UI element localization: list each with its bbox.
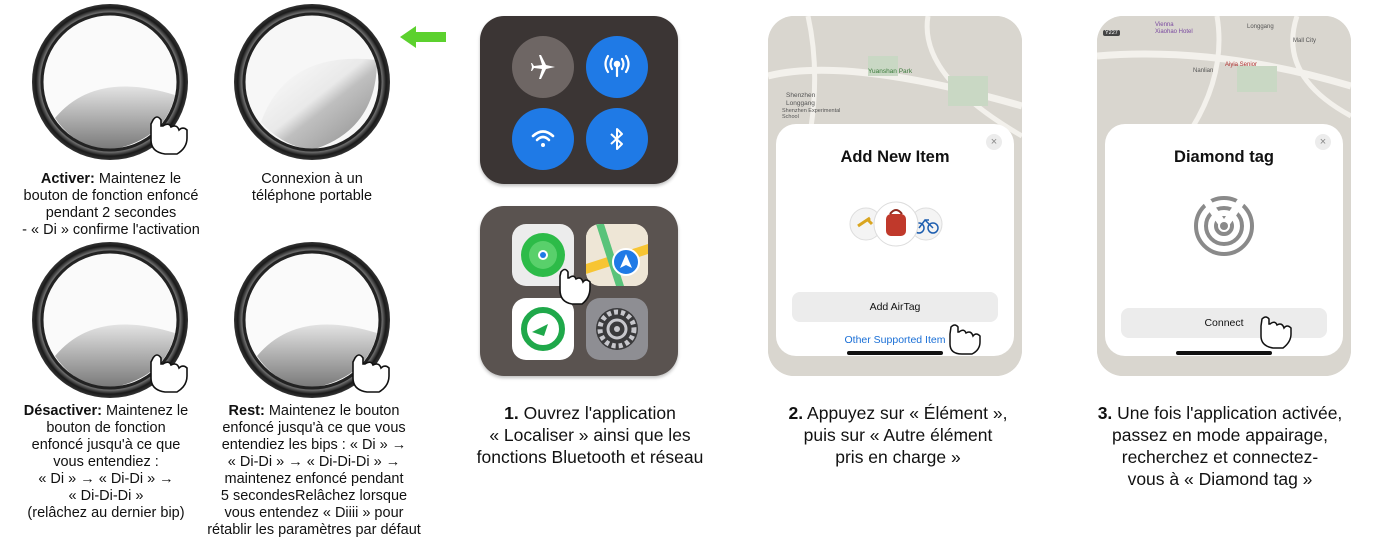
- tag-reset-image: [227, 238, 397, 408]
- caption-reset: Rest: Maintenez le bouton enfoncé jusqu'…: [196, 403, 432, 539]
- map-label: Longgang: [1247, 24, 1274, 30]
- settings-app-icon[interactable]: [586, 298, 648, 360]
- home-indicator: [847, 351, 943, 355]
- control-center-panel: [480, 16, 678, 184]
- items-illustration-icon: [849, 201, 943, 247]
- bluetooth-button[interactable]: [586, 108, 648, 170]
- caption-reset-line: Maintenez le bouton: [264, 403, 400, 419]
- step1-line: fonctions Bluetooth et réseau: [476, 447, 704, 467]
- step3-caption: 3. Une fois l'application activée, passe…: [1070, 402, 1370, 490]
- caption-deactivate-line: (relâchez au dernier bip): [27, 505, 185, 521]
- left-arrow-icon: [400, 26, 446, 48]
- hand-pointer-icon: [559, 268, 591, 305]
- caption-connect-line: téléphone portable: [251, 188, 373, 204]
- map-label: Shenzhen: [786, 92, 816, 99]
- tag-deactivate-image: [25, 238, 195, 408]
- airplane-icon: [531, 55, 555, 79]
- step1-line: Ouvrez l'application: [518, 403, 676, 423]
- wifi-icon: [531, 130, 555, 147]
- hand-pointer-icon: [949, 324, 981, 355]
- caption-activate-line: bouton de fonction enfoncé: [23, 188, 199, 204]
- home-indicator: [1176, 351, 1272, 355]
- radar-icon: [1194, 196, 1254, 256]
- map-label: Y227: [1103, 30, 1120, 36]
- apps-panel: [480, 206, 678, 376]
- add-item-sheet: × Add New Item Add AirTag Other Supporte…: [776, 124, 1014, 356]
- caption-deactivate-line: « Di-Di-Di »: [68, 488, 144, 504]
- map-label: Xiaohao Hotel: [1155, 29, 1193, 35]
- phone-add-item: Shenzhen Longgang Yuanshan Park Shenzhen…: [768, 16, 1022, 376]
- caption-deactivate: Désactiver: Maintenez le bouton de fonct…: [0, 403, 212, 522]
- caption-reset-line: « Di-Di » → « Di-Di-Di » →: [227, 454, 401, 470]
- bluetooth-icon: [610, 128, 623, 150]
- step3-line: Une fois l'application activée,: [1112, 403, 1343, 423]
- step3-line: recherchez et connectez-: [1121, 447, 1319, 467]
- caption-reset-line: enfoncé jusqu'à ce que vous: [222, 420, 406, 436]
- caption-deactivate-line: Maintenez le: [101, 403, 189, 419]
- tag-activate-image: [25, 0, 195, 170]
- cellular-button[interactable]: [586, 36, 648, 98]
- map-label: Nanlian: [1193, 68, 1214, 74]
- tag-connect-image: [227, 0, 397, 170]
- step3-number: 3.: [1097, 403, 1113, 423]
- step2-line: puis sur « Autre élément: [803, 425, 993, 445]
- map-label: Mall City: [1293, 38, 1317, 44]
- caption-reset-bold: Rest:: [228, 403, 265, 419]
- step1-caption: 1. Ouvrez l'application « Localiser » ai…: [440, 402, 740, 468]
- wifi-button[interactable]: [512, 108, 574, 170]
- airplane-mode-button[interactable]: [512, 36, 574, 98]
- step3-line: vous à « Diamond tag »: [1127, 469, 1313, 489]
- map-label: Yuanshan Park: [868, 68, 913, 75]
- caption-deactivate-line: vous entendiez :: [53, 454, 159, 470]
- caption-activate-line: pendant 2 secondes: [45, 205, 177, 221]
- sheet-title: Diamond tag: [1174, 148, 1274, 166]
- caption-deactivate-line: enfoncé jusqu'à ce que: [31, 437, 181, 453]
- caption-deactivate-bold: Désactiver:: [23, 403, 102, 419]
- caption-activate-bold: Activer:: [40, 171, 95, 187]
- step3-line: passez en mode appairage,: [1112, 425, 1328, 445]
- step2-line: pris en charge »: [835, 447, 961, 467]
- caption-connect-phone: Connexion à un téléphone portable: [222, 171, 402, 205]
- caption-reset-line: entendiez les bips : « Di » →: [221, 437, 407, 453]
- maps-app-icon[interactable]: [586, 224, 648, 286]
- gear-icon: [596, 308, 638, 350]
- add-airtag-button[interactable]: Add AirTag: [792, 292, 998, 322]
- step2-caption: 2. Appuyez sur « Élément », puis sur « A…: [748, 402, 1048, 468]
- caption-activate-line: - « Di » confirme l'activation: [22, 222, 200, 238]
- caption-activate-line: Maintenez le: [94, 171, 182, 187]
- map-label: Shenzhen Experimental School: [782, 108, 841, 120]
- caption-connect-line: Connexion à un: [261, 171, 363, 187]
- map-label: Aiyia Senior: [1225, 62, 1258, 68]
- step2-line: Appuyez sur « Élément »,: [803, 403, 1008, 423]
- caption-deactivate-line: « Di » → « Di-Di » →: [38, 471, 174, 487]
- phone-diamond-tag: Y227 Vienna Xiaohao Hotel Longgang Mall …: [1097, 16, 1351, 376]
- caption-reset-line: rétablir les paramètres par défaut: [207, 522, 421, 538]
- map-label: Vienna: [1155, 22, 1174, 28]
- antenna-icon: [604, 54, 630, 78]
- hand-pointer-icon: [1260, 316, 1292, 349]
- caption-reset-line: 5 secondesRelâchez lorsque: [220, 488, 408, 504]
- diamond-tag-sheet: × Diamond tag Connect: [1105, 124, 1343, 356]
- map-label: Longgang: [786, 100, 815, 107]
- step1-line: « Localiser » ainsi que les: [489, 425, 691, 445]
- connect-button[interactable]: Connect: [1121, 308, 1327, 338]
- caption-reset-line: vous entendez « Diiii » pour: [224, 505, 404, 521]
- caption-activate: Activer: Maintenez le bouton de fonction…: [0, 171, 222, 239]
- caption-deactivate-line: bouton de fonction: [46, 420, 166, 436]
- step2-number: 2.: [788, 403, 804, 423]
- sheet-title: Add New Item: [840, 148, 950, 166]
- step1-number: 1.: [504, 403, 519, 423]
- caption-reset-line: maintenez enfoncé pendant: [224, 471, 404, 487]
